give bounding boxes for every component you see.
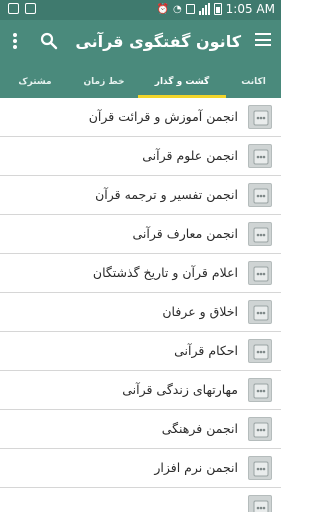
signal-icon (198, 3, 210, 15)
clock: 1:05 AM (225, 2, 275, 16)
photo-notification-icon (25, 3, 36, 14)
list-item-label: انجمن نرم افزار (154, 460, 238, 475)
list-item[interactable]: اخلاق و عرفان (0, 293, 281, 332)
forum-icon (248, 378, 272, 402)
list-item[interactable] (0, 488, 281, 512)
tab-timeline-label: خط زمان (83, 76, 125, 87)
battery-icon (213, 3, 222, 15)
forum-icon (248, 222, 272, 246)
tab-account[interactable]: اکانت (226, 65, 281, 98)
list-item[interactable]: احکام قرآنی (0, 332, 281, 371)
tab-explore[interactable]: گشت و گذار (138, 65, 226, 98)
list-item-label: احکام قرآنی (174, 343, 238, 358)
forum-icon (248, 339, 272, 363)
app-bar: کانون گفتگوی قرآنی (0, 20, 281, 65)
forum-icon (248, 183, 272, 207)
list-item[interactable]: انجمن تفسیر و ترجمه قرآن (0, 176, 281, 215)
list-item-label: اعلام قرآن و تاریخ گذشتگان (92, 265, 238, 280)
forum-icon (248, 417, 272, 441)
tab-shared[interactable]: مشترک (0, 65, 70, 98)
list-item[interactable]: مهارتهای زندگی قرآنی (0, 371, 281, 410)
tab-bar: اکانت گشت و گذار خط زمان مشترک (0, 65, 281, 98)
list-item-label: انجمن آموزش و قرائت قرآن (88, 109, 238, 124)
tab-timeline[interactable]: خط زمان (70, 65, 138, 98)
list-item-label: انجمن معارف قرآنی (132, 226, 238, 241)
list-item-label: انجمن علوم قرآنی (142, 148, 238, 163)
tab-shared-label: مشترک (18, 76, 52, 87)
alarm-icon: ⏰ (156, 3, 169, 15)
wifi-icon: ◔ (172, 3, 182, 15)
search-icon[interactable] (40, 32, 58, 50)
list-item-label: مهارتهای زندگی قرآنی (122, 382, 238, 397)
list-item[interactable]: انجمن معارف قرآنی (0, 215, 281, 254)
system-icons: ⏰ ◔ 1:05 AM (156, 2, 275, 16)
menu-icon[interactable] (255, 33, 271, 46)
app-title: کانون گفتگوی قرآنی (75, 32, 241, 51)
forum-icon (248, 261, 272, 285)
notification-icons (8, 3, 36, 14)
list-item-label: انجمن فرهنگی (161, 421, 238, 436)
status-bar: ⏰ ◔ 1:05 AM (0, 0, 281, 20)
list-item[interactable]: اعلام قرآن و تاریخ گذشتگان (0, 254, 281, 293)
list-item[interactable]: انجمن آموزش و قرائت قرآن (0, 98, 281, 137)
more-options-icon[interactable] (13, 33, 17, 49)
forum-list: انجمن آموزش و قرائت قرآن انجمن علوم قرآن… (0, 98, 281, 512)
gallery-notification-icon (8, 3, 19, 14)
tab-account-label: اکانت (241, 76, 266, 87)
forum-icon (248, 495, 272, 512)
list-item[interactable]: انجمن فرهنگی (0, 410, 281, 449)
list-item[interactable]: انجمن نرم افزار (0, 449, 281, 488)
list-item-label: انجمن تفسیر و ترجمه قرآن (95, 187, 238, 202)
list-item[interactable]: انجمن علوم قرآنی (0, 137, 281, 176)
forum-icon (248, 456, 272, 480)
sim-icon (185, 4, 195, 14)
forum-icon (248, 105, 272, 129)
forum-icon (248, 300, 272, 324)
tab-explore-label: گشت و گذار (154, 76, 210, 87)
list-item-label: اخلاق و عرفان (162, 304, 238, 319)
forum-icon (248, 144, 272, 168)
